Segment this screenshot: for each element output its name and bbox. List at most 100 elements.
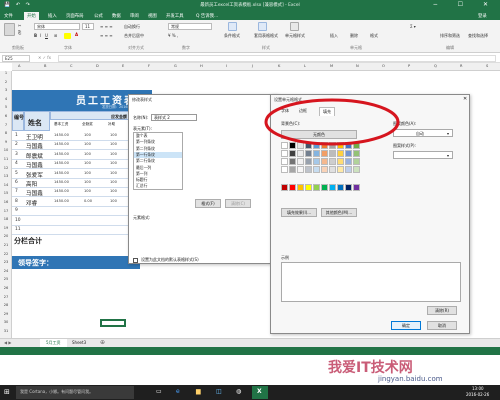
align-left-icon[interactable]: ≡ ≡ ≡	[100, 33, 113, 38]
row-header[interactable]: 21	[0, 243, 12, 247]
color-swatch[interactable]	[281, 150, 288, 157]
row-header[interactable]: 1	[0, 71, 12, 75]
table-element-item[interactable]: 第一列	[134, 171, 182, 177]
color-swatch[interactable]	[281, 184, 288, 191]
row-header[interactable]: 17	[0, 209, 12, 213]
color-swatch[interactable]	[297, 158, 304, 165]
color-swatch[interactable]	[353, 158, 360, 165]
table-row[interactable]: 1 王卫明 1450.00 100 100	[12, 132, 140, 141]
cell-style-icon[interactable]	[290, 22, 299, 31]
color-swatch[interactable]	[345, 184, 352, 191]
column-header[interactable]: C	[70, 64, 73, 68]
row-header[interactable]: 18	[0, 217, 12, 221]
more-colors-button[interactable]: 其他颜色(M)...	[321, 208, 357, 217]
row-header[interactable]: 30	[0, 320, 12, 324]
row-header[interactable]: 28	[0, 303, 12, 307]
column-header[interactable]: H	[200, 64, 203, 68]
pattern-color-select[interactable]: 自动 ▾	[393, 129, 453, 137]
color-swatch[interactable]	[321, 166, 328, 173]
tab-developer[interactable]: 开发工具	[166, 13, 184, 19]
row-header[interactable]: 16	[0, 200, 12, 204]
sort-filter-button[interactable]: 排序和筛选	[440, 33, 460, 39]
format-button[interactable]: 格式(F)	[195, 199, 221, 208]
row-header[interactable]: 13	[0, 174, 12, 178]
number-format-select[interactable]: 常规	[168, 23, 212, 30]
tab-review[interactable]: 审阅	[130, 13, 139, 19]
table-row[interactable]: 6 高阳 1450.00 100 100	[12, 179, 140, 188]
italic-button[interactable]: I	[40, 33, 41, 38]
tab-home[interactable]: 开始	[24, 12, 39, 20]
default-style-checkbox[interactable]	[133, 258, 138, 263]
cut-icon[interactable]: ✂	[18, 23, 21, 28]
fill-color-icon[interactable]	[64, 33, 71, 39]
tab-page-layout[interactable]: 页面布局	[66, 13, 84, 19]
copy-icon[interactable]: ⎘	[18, 30, 21, 35]
paste-icon[interactable]	[4, 23, 15, 36]
table-row[interactable]: 4 马国鑫 1450.00 100 100	[12, 160, 140, 170]
excel-taskbar-icon[interactable]: X	[252, 386, 268, 399]
row-header[interactable]: 24	[0, 269, 12, 273]
table-row[interactable]: 2 马国鑫 1450.00 100 100	[12, 141, 140, 151]
color-swatch[interactable]	[313, 150, 320, 157]
format-cells-button[interactable]: 格式	[370, 33, 378, 39]
ok-button[interactable]: 确定	[391, 321, 421, 330]
column-header[interactable]: I	[226, 64, 227, 68]
row-header[interactable]: 10	[0, 148, 12, 152]
table-element-item[interactable]: 最后一列	[134, 165, 182, 171]
table-row[interactable]: 11	[12, 226, 140, 235]
column-header[interactable]: G	[174, 64, 177, 68]
color-swatch[interactable]	[345, 158, 352, 165]
clear-button[interactable]: 清除(C)	[225, 199, 251, 208]
merge-center-button[interactable]: 合并后居中	[124, 33, 144, 39]
color-swatch[interactable]	[289, 166, 296, 173]
fx-icon[interactable]: ✕ ✓ fx	[38, 55, 51, 60]
color-swatch[interactable]	[329, 184, 336, 191]
column-header[interactable]: O	[382, 64, 385, 68]
color-swatch[interactable]	[297, 184, 304, 191]
column-header[interactable]: R	[460, 64, 463, 68]
font-size-select[interactable]: 11	[82, 23, 94, 30]
table-element-item[interactable]: 第二行条纹	[134, 158, 182, 164]
find-select-button[interactable]: 查找和选择	[468, 33, 488, 39]
align-top-icon[interactable]: ≡ ≡ ≡	[100, 24, 113, 29]
column-header[interactable]: S	[486, 64, 488, 68]
row-header[interactable]: 31	[0, 329, 12, 333]
row-header[interactable]: 11	[0, 157, 12, 161]
tab-insert[interactable]: 插入	[48, 13, 57, 19]
color-swatch[interactable]	[345, 150, 352, 157]
style-name-input[interactable]: 表样式 2	[151, 114, 197, 121]
column-header[interactable]: J	[252, 64, 253, 68]
task-view-icon[interactable]: ▭	[156, 388, 162, 395]
column-header[interactable]: M	[330, 64, 333, 68]
color-swatch[interactable]	[289, 150, 296, 157]
fill-effects-button[interactable]: 填充效果(I)...	[281, 208, 317, 217]
add-sheet-icon[interactable]: ⊕	[100, 339, 105, 346]
table-format-icon[interactable]	[258, 22, 267, 31]
window-controls[interactable]: − ☐ ✕	[433, 1, 497, 8]
cortana-search[interactable]: 我是 Cortana，小娜。有问题尽管问我。	[16, 386, 134, 399]
color-swatch[interactable]	[353, 150, 360, 157]
tab-data[interactable]: 数据	[112, 13, 121, 19]
row-header[interactable]: 12	[0, 166, 12, 170]
color-swatch[interactable]	[281, 158, 288, 165]
table-element-list[interactable]: 整个表 第一列条纹 第二列条纹 第一行条纹 第二行条纹 最后一列 第一列 标题行 汇总行	[133, 132, 183, 190]
store-icon[interactable]: ◫	[216, 388, 222, 395]
row-header[interactable]: 26	[0, 286, 12, 290]
color-swatch[interactable]	[337, 158, 344, 165]
row-header[interactable]: 29	[0, 312, 12, 316]
color-swatch[interactable]	[337, 166, 344, 173]
color-swatch[interactable]	[297, 150, 304, 157]
conditional-format-icon[interactable]	[228, 22, 237, 31]
tab-view[interactable]: 视图	[148, 13, 157, 19]
pattern-style-select[interactable]: ▾	[393, 151, 453, 159]
table-row[interactable]: 9	[12, 207, 140, 217]
row-header[interactable]: 5	[0, 105, 12, 109]
row-header[interactable]: 19	[0, 226, 12, 230]
color-swatch[interactable]	[337, 150, 344, 157]
row-header[interactable]: 25	[0, 277, 12, 281]
color-swatch[interactable]	[353, 166, 360, 173]
active-cell[interactable]	[100, 319, 126, 327]
row-header[interactable]: 14	[0, 183, 12, 187]
column-header[interactable]: F	[148, 64, 150, 68]
font-name-select[interactable]: 宋体	[34, 23, 80, 30]
